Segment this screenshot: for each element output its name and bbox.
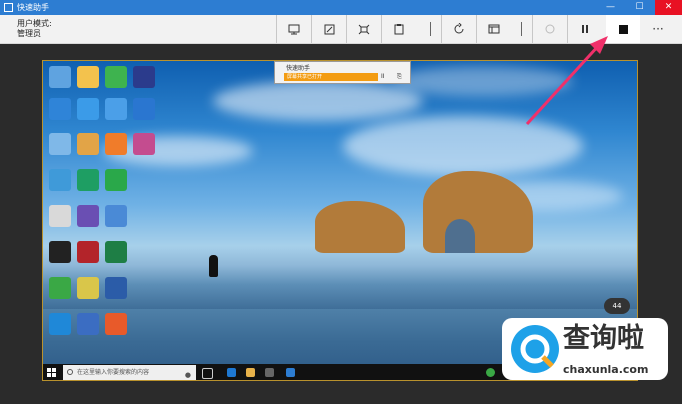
watermark-logo-icon	[511, 325, 559, 373]
watermark-brand: 查询啦	[563, 323, 644, 354]
watermark-url: chaxunla.com	[563, 363, 649, 376]
